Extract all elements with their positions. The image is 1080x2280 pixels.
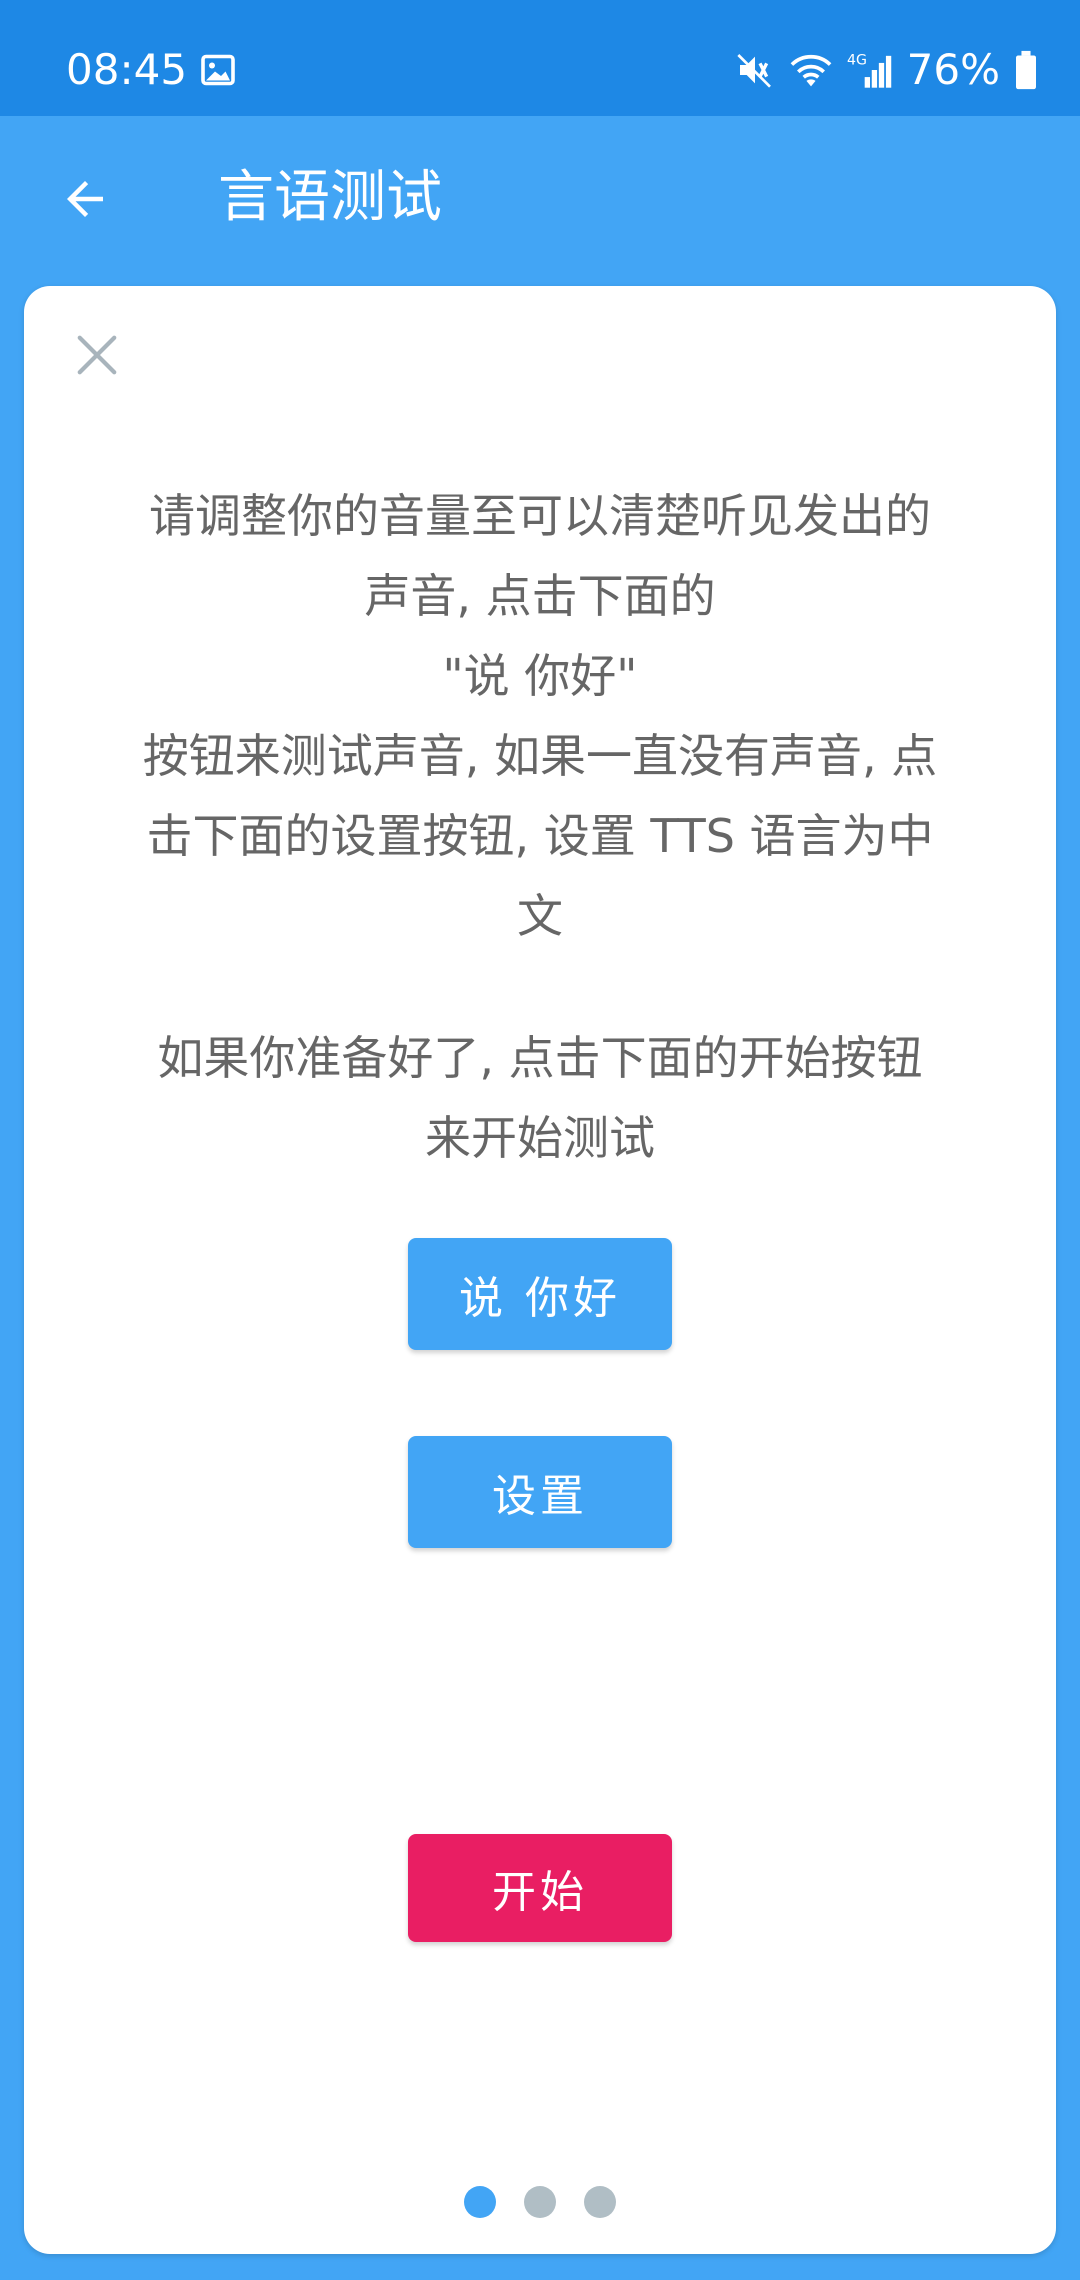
start-button[interactable]: 开始 (408, 1834, 672, 1942)
image-icon (201, 54, 235, 86)
wifi-icon (790, 54, 832, 87)
app-bar: 言语测试 (0, 116, 1080, 284)
status-icons: 4G 76% (735, 38, 1038, 102)
svg-text:4G: 4G (847, 53, 867, 69)
instruction-line: 声音, 点击下面的 (364, 569, 716, 623)
settings-button[interactable]: 设置 (408, 1436, 672, 1548)
instructions-paragraph-2: 如果你准备好了, 点击下面的开始按钮 来开始测试 (104, 1018, 976, 1178)
test-card: 请调整你的音量至可以清楚听见发出的 声音, 点击下面的 "说 你好" 按钮来测试… (24, 286, 1056, 2254)
instruction-line: 文 (517, 889, 563, 943)
page-dot-1[interactable] (464, 2186, 496, 2218)
arrow-left-icon[interactable] (58, 172, 112, 226)
page-indicator (24, 2186, 1056, 2218)
instruction-line: 按钮来测试声音, 如果一直没有声音, 点 (142, 729, 938, 783)
status-bar: 08:45 4G 76% (0, 0, 1080, 116)
battery-icon (1016, 50, 1036, 90)
instruction-line: 来开始测试 (425, 1111, 655, 1165)
page-dot-2[interactable] (524, 2186, 556, 2218)
status-time: 08:45 (66, 45, 188, 94)
instruction-line: "说 你好" (442, 649, 638, 703)
page-dot-3[interactable] (584, 2186, 616, 2218)
page-title: 言语测试 (218, 165, 442, 230)
close-icon[interactable] (74, 332, 120, 378)
instruction-line: 击下面的设置按钮, 设置 TTS 语言为中 (146, 809, 934, 863)
battery-percentage: 76% (906, 45, 1000, 94)
instructions-text: 请调整你的音量至可以清楚听见发出的 声音, 点击下面的 "说 你好" 按钮来测试… (104, 476, 976, 1178)
signal-4g-icon: 4G (847, 53, 891, 88)
instruction-line: 请调整你的音量至可以清楚听见发出的 (149, 489, 931, 543)
mute-icon (737, 54, 771, 88)
instruction-line: 如果你准备好了, 点击下面的开始按钮 (157, 1031, 923, 1085)
instructions-paragraph-1: 请调整你的音量至可以清楚听见发出的 声音, 点击下面的 "说 你好" 按钮来测试… (104, 476, 976, 956)
say-hello-button[interactable]: 说 你好 (408, 1238, 672, 1350)
